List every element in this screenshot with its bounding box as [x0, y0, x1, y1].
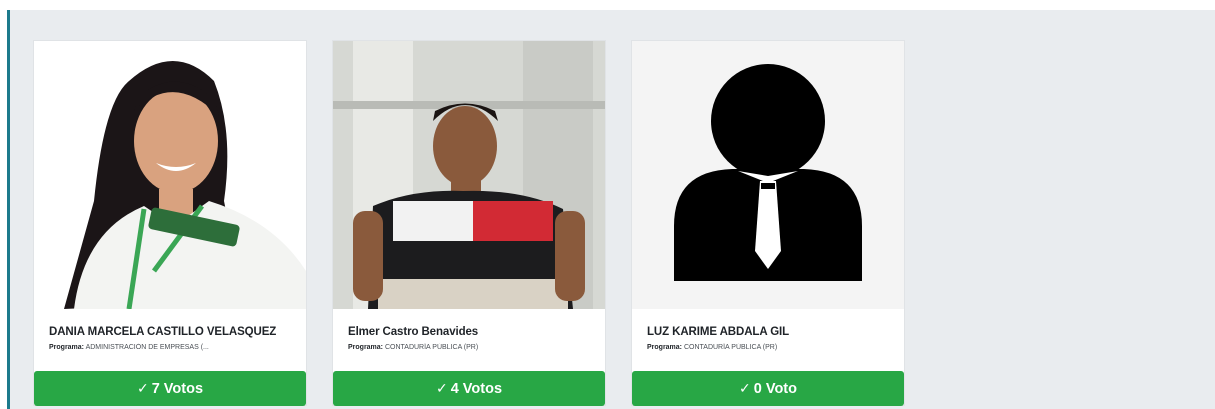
candidate-name: DANIA MARCELA CASTILLO VELASQUEZ: [49, 326, 277, 338]
candidate-photo: [333, 41, 605, 309]
vote-button[interactable]: ✓ 7 Votos: [34, 371, 306, 406]
candidate-program: Programa: CONTADURÍA PÚBLICA (PR): [647, 343, 889, 352]
candidates-panel: DANIA MARCELA CASTILLO VELASQUEZ Program…: [7, 10, 1215, 409]
candidate-name: LUZ KARIME ABDALA GIL: [647, 326, 790, 338]
check-icon: ✓: [435, 380, 448, 396]
program-value: ADMINISTRACIÓN DE EMPRESAS (...: [85, 344, 209, 351]
candidate-name: Elmer Castro Benavides: [348, 326, 479, 338]
candidate-card: DANIA MARCELA CASTILLO VELASQUEZ Program…: [33, 40, 307, 406]
program-value: CONTADURÍA PÚBLICA (PR): [683, 344, 778, 351]
program-label: Programa:: [348, 344, 384, 351]
program-label: Programa:: [647, 344, 683, 351]
candidate-program: Programa: CONTADURÍA PÚBLICA (PR): [348, 343, 590, 352]
vote-count-label: 7 Votos: [151, 380, 204, 397]
candidate-program: Programa: ADMINISTRACIÓN DE EMPRESAS (..…: [49, 343, 291, 352]
program-value: CONTADURÍA PÚBLICA (PR): [384, 344, 479, 351]
vote-button[interactable]: ✓ 0 Voto: [632, 371, 904, 406]
program-label: Programa:: [49, 344, 85, 351]
vote-count-label: 0 Voto: [753, 380, 797, 397]
candidate-card: LUZ KARIME ABDALA GIL Programa: CONTADUR…: [631, 40, 905, 406]
vote-count-label: 4 Votos: [450, 380, 503, 397]
candidate-card: Elmer Castro Benavides Programa: CONTADU…: [332, 40, 606, 406]
candidate-photo: [34, 41, 306, 309]
placeholder-person-icon: [632, 41, 904, 309]
check-icon: ✓: [739, 380, 751, 396]
check-icon: ✓: [136, 380, 149, 396]
vote-button[interactable]: ✓ 4 Votos: [333, 371, 605, 406]
